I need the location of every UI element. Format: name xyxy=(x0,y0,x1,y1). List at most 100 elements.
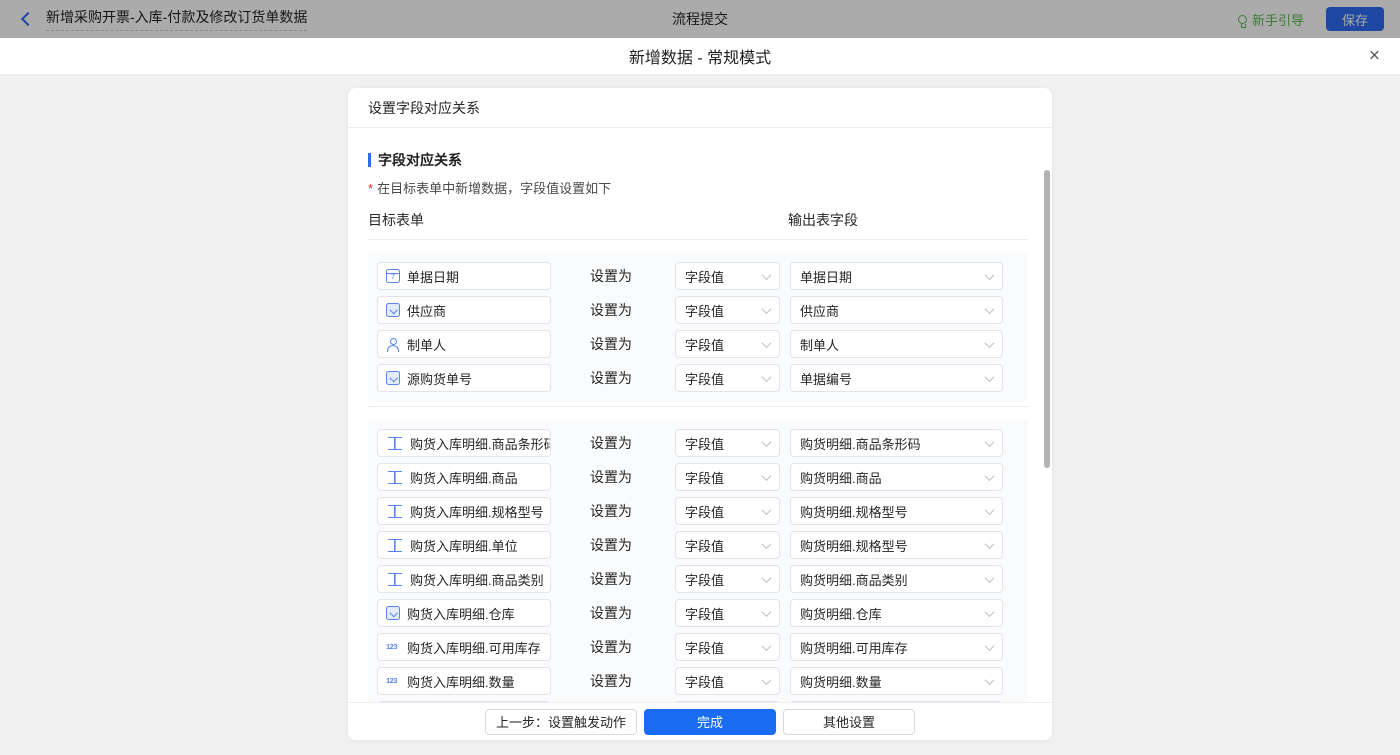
set-as-label: 设置为 xyxy=(590,300,632,320)
value-type-select[interactable]: 字段值 xyxy=(675,667,780,695)
chevron-down-icon xyxy=(985,505,995,515)
output-field-selected: 供应商 xyxy=(800,301,839,320)
target-field-label: 购货入库明细.数量 xyxy=(407,672,515,691)
value-type-selected: 字段值 xyxy=(685,502,724,521)
chevron-down-icon xyxy=(762,573,772,583)
chevron-down-icon xyxy=(985,471,995,481)
value-type-select[interactable]: 字段值 xyxy=(675,599,780,627)
field-mapping-row: 制单人 设置为 字段值 制单人 xyxy=(377,330,1019,358)
value-type-selected: 字段值 xyxy=(685,536,724,555)
output-field-select[interactable]: 购货明细.规格型号 xyxy=(790,497,1003,525)
target-field-chip[interactable]: 供应商 xyxy=(377,296,551,324)
target-field-label: 购货入库明细.商品类别 xyxy=(410,570,544,589)
field-mapping-row: 源购货单号 设置为 字段值 单据编号 xyxy=(377,364,1019,392)
finish-button[interactable]: 完成 xyxy=(644,709,776,735)
value-type-select[interactable]: 字段值 xyxy=(675,531,780,559)
section-title: 字段对应关系 xyxy=(378,150,462,170)
chevron-down-icon xyxy=(985,304,995,314)
value-type-select[interactable]: 字段值 xyxy=(675,497,780,525)
target-field-label: 供应商 xyxy=(407,301,446,320)
other-settings-button[interactable]: 其他设置 xyxy=(783,709,915,735)
set-as-label: 设置为 xyxy=(590,467,632,487)
output-field-selected: 购货明细.可用库存 xyxy=(800,638,908,657)
output-field-select[interactable]: 购货明细.商品条形码 xyxy=(790,429,1003,457)
bulb-icon xyxy=(1238,15,1247,24)
output-field-select[interactable]: 购货明细.商品 xyxy=(790,463,1003,491)
set-as-label: 设置为 xyxy=(590,569,632,589)
panel-title: 设置字段对应关系 xyxy=(348,88,1052,128)
output-field-select[interactable]: 单据编号 xyxy=(790,364,1003,392)
output-field-select[interactable]: 制单人 xyxy=(790,330,1003,358)
value-type-select[interactable]: 字段值 xyxy=(675,330,780,358)
target-field-chip[interactable]: 源购货单号 xyxy=(377,364,551,392)
output-field-select[interactable]: 购货明细.可用库存 xyxy=(790,633,1003,661)
output-field-selected: 购货明细.商品类别 xyxy=(800,570,908,589)
field-mapping-row: 供应商 设置为 字段值 供应商 xyxy=(377,296,1019,324)
value-type-select[interactable]: 字段值 xyxy=(675,565,780,593)
set-as-label: 设置为 xyxy=(590,433,632,453)
target-field-chip[interactable]: 制单人 xyxy=(377,330,551,358)
target-field-chip[interactable]: 购货入库明细.仓库 xyxy=(377,599,551,627)
number-icon xyxy=(386,674,400,688)
column-header-output-fields: 输出表字段 xyxy=(788,210,858,230)
target-field-chip[interactable]: 购货入库明细.商品条形码 xyxy=(377,429,551,457)
target-field-chip[interactable]: 购货入库明细.单位 xyxy=(377,531,551,559)
target-field-label: 单据日期 xyxy=(407,267,459,286)
value-type-select[interactable]: 字段值 xyxy=(675,429,780,457)
target-field-label: 购货入库明细.仓库 xyxy=(407,604,515,623)
text-icon xyxy=(388,539,402,552)
chevron-down-icon xyxy=(985,607,995,617)
section-accent-bar xyxy=(368,153,371,167)
beginner-guide-link[interactable]: 新手引导 xyxy=(1238,10,1304,29)
top-bar: 新增采购开票-入库-付款及修改订货单数据 流程提交 新手引导 保存 xyxy=(0,0,1400,38)
mapping-hint: *在目标表单中新增数据，字段值设置如下 xyxy=(368,178,1028,197)
chevron-down-icon xyxy=(985,437,995,447)
chevron-down-icon xyxy=(762,304,772,314)
previous-step-button[interactable]: 上一步：设置触发动作 xyxy=(485,709,637,735)
target-field-chip[interactable]: 购货入库明细.可用库存 xyxy=(377,633,551,661)
target-field-chip[interactable]: 购货入库明细.商品类别 xyxy=(377,565,551,593)
target-field-label: 购货入库明细.单位 xyxy=(410,536,518,555)
target-field-chip[interactable]: 购货入库明细.数量 xyxy=(377,667,551,695)
target-field-label: 购货入库明细.商品条形码 xyxy=(410,434,551,453)
value-type-select[interactable]: 字段值 xyxy=(675,463,780,491)
output-field-selected: 购货明细.数量 xyxy=(800,672,882,691)
header-divider xyxy=(368,239,1028,240)
value-type-select[interactable]: 字段值 xyxy=(675,262,780,290)
text-icon xyxy=(388,573,402,586)
output-field-select[interactable]: 购货明细.商品类别 xyxy=(790,565,1003,593)
set-as-label: 设置为 xyxy=(590,266,632,286)
chevron-down-icon xyxy=(762,437,772,447)
close-icon[interactable]: × xyxy=(1369,47,1380,66)
target-field-label: 制单人 xyxy=(407,335,446,354)
value-type-selected: 字段值 xyxy=(685,570,724,589)
output-field-select[interactable]: 购货明细.规格型号 xyxy=(790,531,1003,559)
output-field-select[interactable]: 单据日期 xyxy=(790,262,1003,290)
target-field-chip[interactable]: 购货入库明细.规格型号 xyxy=(377,497,551,525)
output-field-select[interactable]: 购货明细.数量 xyxy=(790,667,1003,695)
set-as-label: 设置为 xyxy=(590,501,632,521)
chevron-down-icon xyxy=(985,573,995,583)
output-field-select[interactable]: 供应商 xyxy=(790,296,1003,324)
target-field-chip[interactable]: 购货入库明细.商品 xyxy=(377,463,551,491)
panel-scroll-area: 字段对应关系 *在目标表单中新增数据，字段值设置如下 目标表单 输出表字段 单据… xyxy=(348,128,1052,702)
set-as-label: 设置为 xyxy=(590,334,632,354)
save-button[interactable]: 保存 xyxy=(1326,7,1384,31)
field-mapping-row: 购货入库明细.商品类别 设置为 字段值 购货明细.商品类别 xyxy=(377,565,1019,593)
target-field-label: 购货入库明细.规格型号 xyxy=(410,502,544,521)
output-field-selected: 购货明细.规格型号 xyxy=(800,536,908,555)
target-field-chip[interactable]: 单据日期 xyxy=(377,262,551,290)
output-field-select[interactable]: 购货明细.仓库 xyxy=(790,599,1003,627)
mapping-group: 单据日期 设置为 字段值 单据日期 供应商 设置为 字段值 供应商 制单人 xyxy=(368,252,1028,402)
chevron-down-icon xyxy=(985,270,995,280)
value-type-select[interactable]: 字段值 xyxy=(675,633,780,661)
value-type-select[interactable]: 字段值 xyxy=(675,364,780,392)
output-field-selected: 购货明细.商品条形码 xyxy=(800,434,921,453)
field-mapping-row: 单据日期 设置为 字段值 单据日期 xyxy=(377,262,1019,290)
vertical-scrollbar-thumb[interactable] xyxy=(1044,170,1050,468)
value-type-select[interactable]: 字段值 xyxy=(675,296,780,324)
field-mapping-row: 购货入库明细.数量 设置为 字段值 购货明细.数量 xyxy=(377,667,1019,695)
field-mapping-row: 购货入库明细.商品条形码 设置为 字段值 购货明细.商品条形码 xyxy=(377,429,1019,457)
output-field-selected: 购货明细.规格型号 xyxy=(800,502,908,521)
target-field-label: 购货入库明细.可用库存 xyxy=(407,638,541,657)
